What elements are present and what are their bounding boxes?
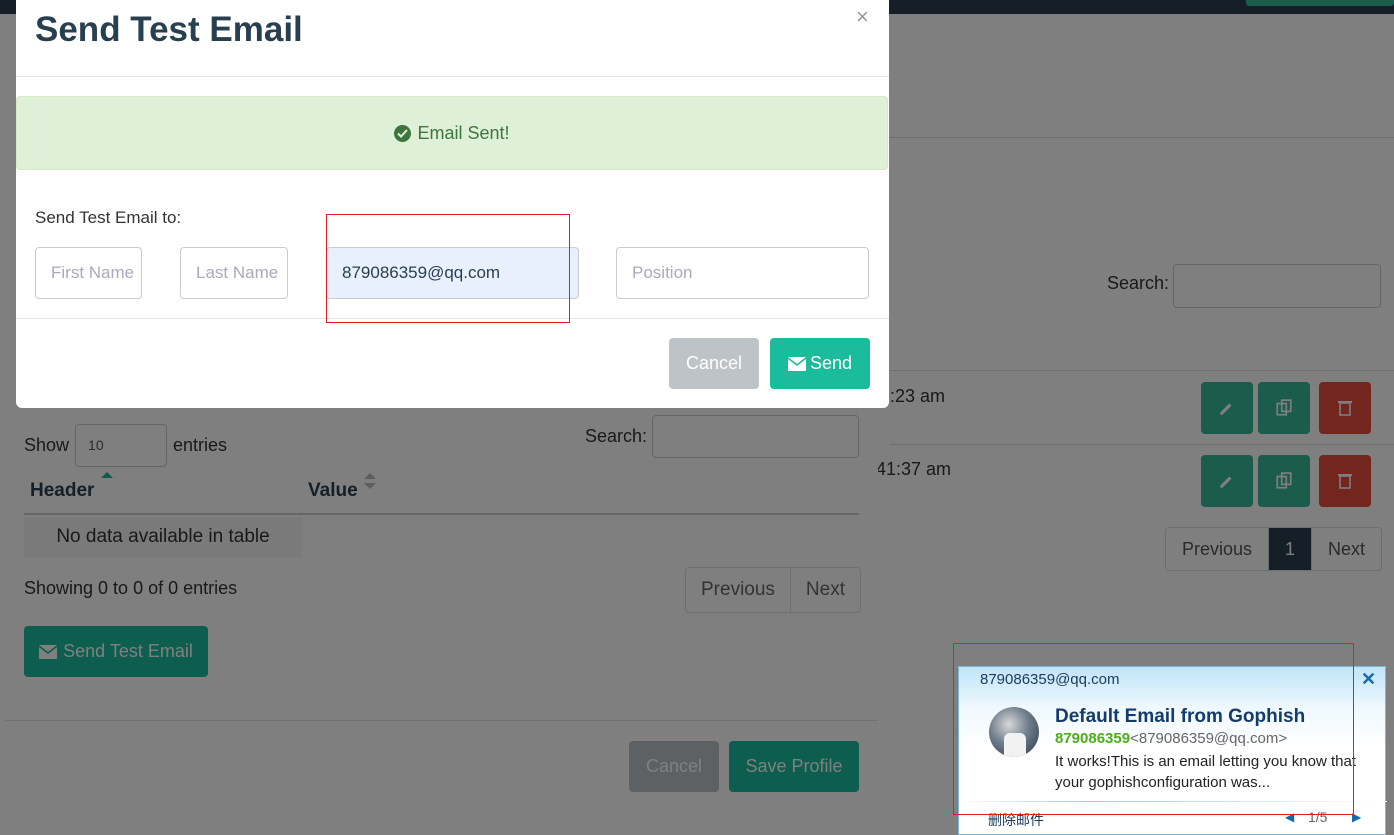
send-button-label: Send [809,353,853,373]
cancel-button[interactable]: Cancel [669,338,759,389]
first-name-field[interactable]: First Name [35,247,142,299]
envelope-icon [787,356,806,371]
delete-mail-link[interactable]: 删除邮件 [988,810,1044,830]
notification-sender: 879086359<879086359@qq.com> [1055,730,1287,747]
previous-arrow-icon[interactable]: ◀ [1285,810,1294,824]
notification-account: 879086359@qq.com [980,671,1120,688]
modal-header-divider [16,76,889,77]
sender-name: 879086359 [1055,730,1131,747]
notification-body: It works!This is an email letting you kn… [1055,753,1356,791]
send-to-label: Send Test Email to: [35,208,182,227]
send-test-email-modal: Send Test Email × Email Sent! Send Test … [16,0,889,408]
modal-footer-divider [16,318,889,319]
last-name-field[interactable]: Last Name [180,247,288,299]
email-field[interactable]: 879086359@qq.com [326,247,579,299]
alert-text: Email Sent! [417,122,510,143]
next-arrow-icon[interactable]: ▶ [1352,810,1361,824]
send-button[interactable]: Send [770,338,870,389]
mail-notification-popup[interactable]: 879086359@qq.com ✕ Default Email from Go… [958,666,1387,835]
sender-avatar [989,707,1039,757]
position-field[interactable]: Position [616,247,869,299]
success-alert: Email Sent! [16,96,888,170]
notification-subject[interactable]: Default Email from Gophish [1055,706,1305,728]
modal-title: Send Test Email [35,10,303,49]
check-circle-icon [394,124,412,142]
sender-address: <879086359@qq.com> [1130,730,1288,747]
close-icon[interactable]: ✕ [1361,669,1376,690]
close-icon[interactable]: × [856,4,869,30]
notification-page-indicator: 1/5 [1308,809,1328,825]
notification-divider [959,801,1387,802]
